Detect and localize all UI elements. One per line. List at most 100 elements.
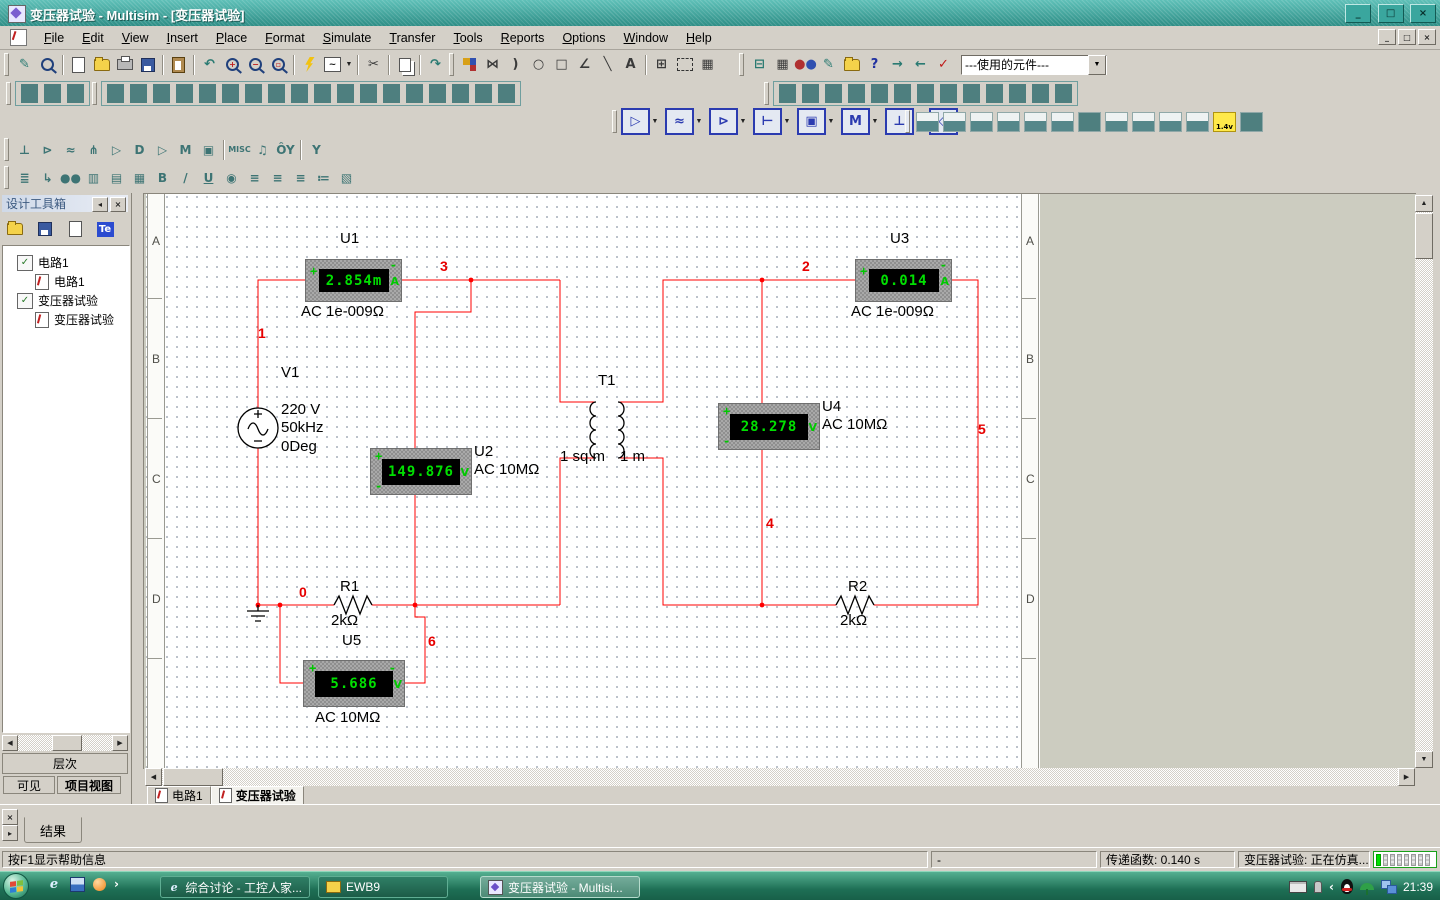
align-left-button[interactable]: ≡ — [243, 167, 266, 189]
arc-button[interactable]: ) — [504, 54, 527, 76]
toolbar-grip[interactable] — [92, 82, 97, 105]
ammeter-u1[interactable]: + - 2.854m A — [305, 259, 402, 302]
toolbar-grip[interactable] — [764, 82, 769, 105]
picture-button[interactable]: ▦ — [128, 167, 151, 189]
microphone-tray-icon[interactable] — [1314, 881, 1322, 893]
toolbar-grip[interactable] — [4, 166, 9, 189]
image-button[interactable]: ▥ — [82, 167, 105, 189]
project-tree-button[interactable]: ⊟ — [748, 54, 771, 76]
component-button[interactable] — [383, 84, 400, 103]
component-button[interactable] — [245, 84, 262, 103]
grapher-dropdown[interactable]: ▼ — [344, 55, 354, 75]
component-button[interactable] — [848, 84, 865, 103]
help-button[interactable]: ? — [863, 54, 886, 76]
component-button[interactable] — [498, 84, 515, 103]
cut-button[interactable]: ✂ — [362, 54, 385, 76]
component-button[interactable] — [21, 84, 38, 103]
open-file-button[interactable] — [90, 54, 113, 76]
component-button[interactable] — [222, 84, 239, 103]
bold-button[interactable]: B — [151, 167, 174, 189]
in-use-list-combo[interactable]: ---使用的元件--- ▼ — [961, 55, 1107, 75]
taskbar-button-forum[interactable]: e 综合讨论 - 工控人家... — [160, 876, 310, 898]
ttl-family-button[interactable]: D — [128, 139, 151, 161]
scroll-thumb[interactable] — [163, 768, 223, 786]
component-button[interactable] — [406, 84, 423, 103]
toolbox-hscrollbar[interactable]: ◀ ▶ — [2, 735, 128, 751]
tree-item-circuit1-sheet[interactable]: 电路1 — [35, 273, 85, 290]
run-simulation-button[interactable] — [298, 54, 321, 76]
toolbox-open-button[interactable] — [4, 219, 26, 239]
design-button[interactable] — [458, 54, 481, 76]
spreadsheet-button[interactable]: ▦ — [771, 54, 794, 76]
hierarchy-button[interactable]: ⊞ — [650, 54, 673, 76]
toolbox-save-button[interactable] — [34, 219, 56, 239]
minimize-button[interactable]: _ — [1345, 4, 1371, 23]
ellipse-button[interactable]: ○ — [527, 54, 550, 76]
combo-dropdown-icon[interactable]: ▼ — [1088, 55, 1106, 75]
cmos-family-button[interactable]: ▷ — [151, 139, 174, 161]
qq-penguin-tray-icon[interactable] — [1341, 879, 1353, 894]
menu-edit[interactable]: Edit — [73, 29, 113, 47]
menu-window[interactable]: Window — [615, 29, 677, 47]
menu-help[interactable]: Help — [677, 29, 721, 47]
close-button[interactable]: × — [1410, 4, 1436, 23]
tree-item-circuit1[interactable]: ✓电路1 — [17, 254, 69, 271]
umbrella-tray-icon[interactable] — [1360, 883, 1374, 890]
zoom-out-button[interactable]: − — [244, 54, 267, 76]
component-button[interactable] — [986, 84, 1003, 103]
audio-family-button[interactable]: ♫ — [251, 139, 274, 161]
basic-family-button[interactable]: ≈ — [59, 139, 82, 161]
canvas-hscrollbar[interactable]: ◀ ▶ — [145, 768, 1415, 786]
menu-format[interactable]: Format — [256, 29, 314, 47]
quicklaunch-expand-icon[interactable]: › — [114, 877, 119, 891]
export-button[interactable]: → — [886, 54, 909, 76]
redo-button[interactable]: ↷ — [424, 54, 447, 76]
diode-virtual-button[interactable]: ⊳ — [709, 108, 738, 135]
component-button[interactable] — [825, 84, 842, 103]
misc-family-button[interactable]: MISC — [228, 139, 251, 161]
tab-circuit1[interactable]: 电路1 — [147, 786, 211, 805]
tray-collapse-icon[interactable]: ‹ — [1329, 880, 1334, 894]
design-toolbox-titlebar[interactable]: 设计工具箱 ◂ × — [2, 195, 128, 212]
scroll-thumb[interactable] — [1415, 213, 1433, 259]
component-button[interactable] — [963, 84, 980, 103]
zoom-area-button[interactable]: ▫ — [267, 54, 290, 76]
tree-item-transformer-test-sheet[interactable]: 变压器试验 — [35, 311, 114, 328]
menu-simulate[interactable]: Simulate — [314, 29, 381, 47]
new-file-button[interactable] — [67, 54, 90, 76]
frequency-counter-button[interactable] — [1078, 112, 1101, 132]
component-button[interactable] — [1009, 84, 1026, 103]
canvas-vscrollbar[interactable]: ▲ ▼ — [1415, 195, 1433, 768]
ic-virtual-button[interactable]: ▣ — [797, 108, 826, 135]
zoom-in-button[interactable]: + — [221, 54, 244, 76]
scroll-right-button[interactable]: ▶ — [1398, 768, 1415, 786]
draft-button[interactable]: ✎ — [817, 54, 840, 76]
logic-analyzer-button[interactable] — [1132, 112, 1155, 132]
function-generator-button[interactable] — [943, 112, 966, 132]
start-button[interactable] — [3, 873, 29, 899]
mdi-close-button[interactable]: × — [1418, 29, 1436, 45]
network-tray-icon[interactable] — [1381, 880, 1396, 893]
menu-view[interactable]: View — [113, 29, 158, 47]
taskbar-button-multisim[interactable]: 变压器试验 - Multisi... — [480, 876, 640, 898]
component-button[interactable] — [894, 84, 911, 103]
ic-family-button[interactable]: ▣ — [197, 139, 220, 161]
page-button[interactable]: ▤ — [105, 167, 128, 189]
component-button[interactable] — [153, 84, 170, 103]
magnify-page-button[interactable] — [36, 54, 59, 76]
back-annotate-button[interactable]: ← — [909, 54, 932, 76]
scroll-up-button[interactable]: ▲ — [1415, 195, 1433, 212]
toolbar-grip[interactable] — [739, 53, 744, 76]
visible-tab[interactable]: 可见 — [3, 776, 55, 794]
menu-tools[interactable]: Tools — [444, 29, 491, 47]
checkbox-icon[interactable]: ✓ — [17, 255, 33, 271]
menu-options[interactable]: Options — [553, 29, 614, 47]
keyboard-tray-icon[interactable] — [1289, 881, 1307, 893]
edit-wand-button[interactable]: ✎ — [13, 54, 36, 76]
analog-virtual-button[interactable]: ▷ — [621, 108, 650, 135]
indent-button[interactable]: ≣ — [13, 167, 36, 189]
transistor-family-button[interactable]: ⋔ — [82, 139, 105, 161]
voltmeter-u4[interactable]: + - 28.278 V — [718, 403, 820, 450]
insert-picture-button[interactable]: ▧ — [335, 167, 358, 189]
grid-button[interactable]: ▦ — [696, 54, 719, 76]
